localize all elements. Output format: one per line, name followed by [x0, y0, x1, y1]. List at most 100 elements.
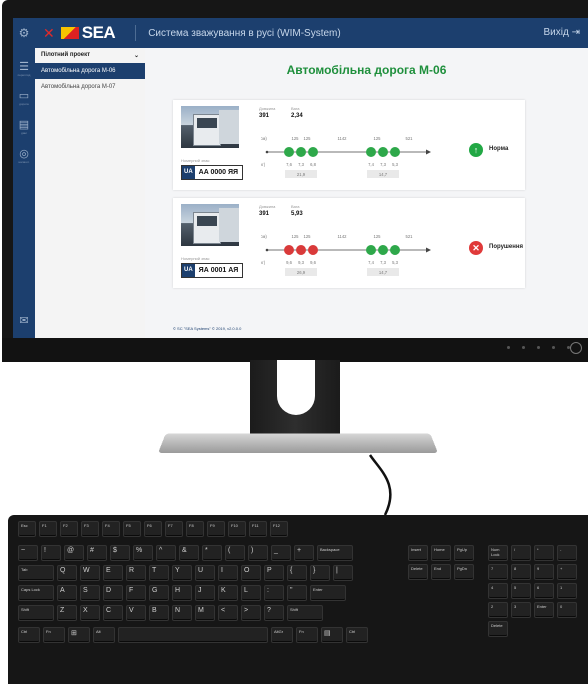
key[interactable]: Esc — [18, 521, 36, 537]
key[interactable]: AltGr — [271, 627, 293, 643]
key[interactable]: End — [431, 564, 451, 580]
key[interactable]: { — [287, 565, 307, 581]
key[interactable]: + — [294, 545, 314, 561]
monitor-icon[interactable]: ▭ дорога — [13, 89, 35, 106]
key[interactable]: _ — [271, 545, 291, 561]
key[interactable]: Shift — [287, 605, 323, 621]
key[interactable]: 2 — [488, 602, 508, 618]
key[interactable]: D — [103, 585, 123, 601]
nav-item-m07[interactable]: Автомобільна дорога М-07 — [35, 79, 145, 95]
key[interactable]: ) — [248, 545, 268, 561]
key[interactable]: / — [511, 545, 531, 561]
key[interactable]: 1 — [557, 583, 577, 599]
key[interactable]: Insert — [408, 545, 428, 561]
key[interactable]: 9 — [534, 564, 554, 580]
key[interactable]: Shift — [18, 605, 54, 621]
key[interactable]: Tab — [18, 565, 54, 581]
key[interactable]: R — [126, 565, 146, 581]
key[interactable]: U — [195, 565, 215, 581]
key[interactable]: S — [80, 585, 100, 601]
key[interactable]: Home — [431, 545, 451, 561]
key[interactable]: < — [218, 605, 238, 621]
key[interactable]: * — [202, 545, 222, 561]
key[interactable]: F1 — [39, 521, 57, 537]
key[interactable]: F12 — [270, 521, 288, 537]
key[interactable]: Num Lock — [488, 545, 508, 561]
key[interactable]: + — [557, 564, 577, 580]
key[interactable]: F6 — [144, 521, 162, 537]
key[interactable]: B — [149, 605, 169, 621]
key[interactable]: PgDn — [454, 564, 474, 580]
key[interactable]: @ — [64, 545, 84, 561]
key[interactable]: Fn — [296, 627, 318, 643]
key[interactable]: O — [241, 565, 261, 581]
key[interactable]: $ — [110, 545, 130, 561]
key[interactable]: PgUp — [454, 545, 474, 561]
key[interactable]: % — [133, 545, 153, 561]
key[interactable]: F4 — [102, 521, 120, 537]
key[interactable]: 0 — [557, 602, 577, 618]
key[interactable]: ▤ — [321, 627, 343, 643]
key[interactable]: F3 — [81, 521, 99, 537]
key[interactable]: Enter — [534, 602, 554, 618]
key[interactable]: F7 — [165, 521, 183, 537]
key[interactable]: 4 — [488, 583, 508, 599]
key[interactable]: H — [172, 585, 192, 601]
project-selector[interactable]: Пілотний проект ⌄ — [35, 48, 145, 63]
key[interactable]: C — [103, 605, 123, 621]
key[interactable]: Fn — [43, 627, 65, 643]
key[interactable]: F10 — [228, 521, 246, 537]
key[interactable]: N — [172, 605, 192, 621]
vehicle-card[interactable]: Довжина 391 Вага 5,93 Номерний знак: UA ЯА … — [173, 198, 525, 288]
key[interactable]: P — [264, 565, 284, 581]
key[interactable]: M — [195, 605, 215, 621]
key[interactable]: E — [103, 565, 123, 581]
key[interactable]: & — [179, 545, 199, 561]
key[interactable]: 6 — [534, 583, 554, 599]
key[interactable]: ⊞ — [68, 627, 90, 643]
key[interactable]: - — [557, 545, 577, 561]
key[interactable]: L — [241, 585, 261, 601]
key[interactable]: Ctrl — [18, 627, 40, 643]
key[interactable]: | — [333, 565, 353, 581]
vehicle-card[interactable]: Довжина 391 Вага 2,34 Номерний знак: UA AA … — [173, 100, 525, 190]
key[interactable]: Delete — [488, 621, 508, 637]
key[interactable]: ^ — [156, 545, 176, 561]
fingerprint-icon[interactable]: ◎ налашт. — [13, 147, 35, 164]
key[interactable]: X — [80, 605, 100, 621]
key[interactable]: " — [287, 585, 307, 601]
key[interactable]: Alt — [93, 627, 115, 643]
key[interactable]: A — [57, 585, 77, 601]
key[interactable]: F11 — [249, 521, 267, 537]
key[interactable]: F5 — [123, 521, 141, 537]
key[interactable]: W — [80, 565, 100, 581]
key[interactable]: I — [218, 565, 238, 581]
key[interactable]: K — [218, 585, 238, 601]
key[interactable]: * — [534, 545, 554, 561]
key[interactable]: J — [195, 585, 215, 601]
key[interactable]: Backspace — [317, 545, 353, 561]
mail-icon[interactable]: ✉ — [13, 314, 35, 327]
key[interactable]: ? — [264, 605, 284, 621]
close-icon[interactable]: ✕ — [43, 25, 55, 42]
key[interactable]: ! — [41, 545, 61, 561]
nav-item-m06[interactable]: Автомобільна дорога М-06 — [35, 63, 145, 79]
key[interactable]: Z — [57, 605, 77, 621]
key[interactable]: T — [149, 565, 169, 581]
key[interactable]: Caps Lock — [18, 585, 54, 601]
settings-gear-icon[interactable]: ⚙ — [13, 26, 35, 40]
key[interactable]: V — [126, 605, 146, 621]
key[interactable]: F9 — [207, 521, 225, 537]
key[interactable]: > — [241, 605, 261, 621]
exit-button[interactable]: Вихід ⇥ — [544, 27, 580, 38]
key[interactable]: 7 — [488, 564, 508, 580]
key[interactable]: F2 — [60, 521, 78, 537]
key[interactable] — [118, 627, 268, 643]
key[interactable]: } — [310, 565, 330, 581]
key[interactable]: F — [126, 585, 146, 601]
key[interactable]: : — [264, 585, 284, 601]
key[interactable]: # — [87, 545, 107, 561]
key[interactable]: 8 — [511, 564, 531, 580]
key[interactable]: ~ — [18, 545, 38, 561]
key[interactable]: G — [149, 585, 169, 601]
